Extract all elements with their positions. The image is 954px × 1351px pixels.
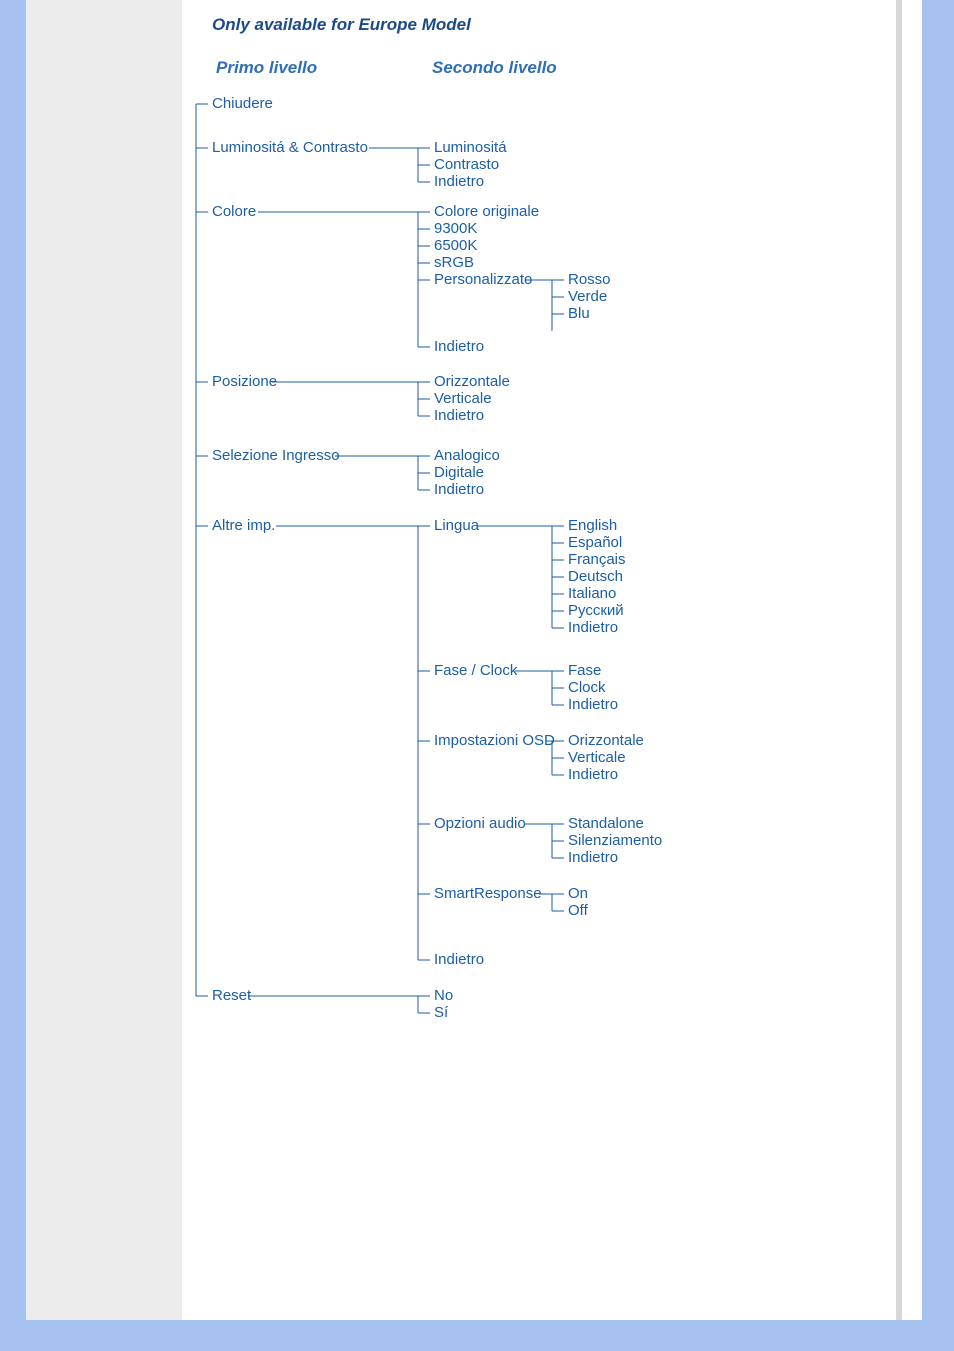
page-background: Only available for Europe Model Primo li… [26, 0, 902, 1320]
l2-colore-indietro: Indietro [434, 338, 484, 355]
l2-analogico: Analogico [434, 447, 500, 464]
l3-fase-indietro: Indietro [568, 696, 618, 713]
l3-deutsch: Deutsch [568, 568, 623, 585]
l2-contrasto: Contrasto [434, 156, 499, 173]
l3-osd-verticale: Verticale [568, 749, 626, 766]
l2-personalizzato: Personalizzato [434, 271, 532, 288]
l1-chiudere: Chiudere [212, 95, 273, 112]
l3-silenziamento: Silenziamento [568, 832, 662, 849]
l2-colore-originale: Colore originale [434, 203, 539, 220]
l3-sr-on: On [568, 885, 588, 902]
l2-pos-indietro: Indietro [434, 407, 484, 424]
l1-colore: Colore [212, 203, 256, 220]
l2-6500k: 6500K [434, 237, 477, 254]
l3-lingua-indietro: Indietro [568, 619, 618, 636]
l3-blu: Blu [568, 305, 590, 322]
l3-osd-orizzontale: Orizzontale [568, 732, 644, 749]
l3-francais: Français [568, 551, 626, 568]
l2-srgb: sRGB [434, 254, 474, 271]
l3-espanol: Español [568, 534, 622, 551]
l3-standalone: Standalone [568, 815, 644, 832]
l3-sr-off: Off [568, 902, 588, 919]
l1-selezione-ingresso: Selezione Ingresso [212, 447, 340, 464]
l2-digitale: Digitale [434, 464, 484, 481]
l2-lum-indietro: Indietro [434, 173, 484, 190]
tree-connectors [26, 0, 902, 1320]
l2-opzioni-audio: Opzioni audio [434, 815, 526, 832]
l3-audio-indietro: Indietro [568, 849, 618, 866]
l2-fase-clock: Fase / Clock [434, 662, 517, 679]
l3-russian: Русский [568, 602, 624, 619]
l2-9300k: 9300K [434, 220, 477, 237]
l2-impostazioni-osd: Impostazioni OSD [434, 732, 555, 749]
l2-pos-verticale: Verticale [434, 390, 492, 407]
l1-altre-imp: Altre imp. [212, 517, 275, 534]
l3-italiano: Italiano [568, 585, 616, 602]
l2-sel-indietro: Indietro [434, 481, 484, 498]
l3-clock: Clock [568, 679, 606, 696]
l2-altre-indietro: Indietro [434, 951, 484, 968]
l3-fase: Fase [568, 662, 601, 679]
l1-lum-contr: Luminositá & Contrasto [212, 139, 368, 156]
l2-smartresponse: SmartResponse [434, 885, 542, 902]
l2-reset-si: Sí [434, 1004, 448, 1021]
l3-english: English [568, 517, 617, 534]
l2-reset-no: No [434, 987, 453, 1004]
l3-verde: Verde [568, 288, 607, 305]
l3-osd-indietro: Indietro [568, 766, 618, 783]
l2-lingua: Lingua [434, 517, 479, 534]
l2-luminosita: Luminositá [434, 139, 507, 156]
l1-reset: Reset [212, 987, 251, 1004]
l3-rosso: Rosso [568, 271, 611, 288]
l1-posizione: Posizione [212, 373, 277, 390]
l2-pos-orizzontale: Orizzontale [434, 373, 510, 390]
